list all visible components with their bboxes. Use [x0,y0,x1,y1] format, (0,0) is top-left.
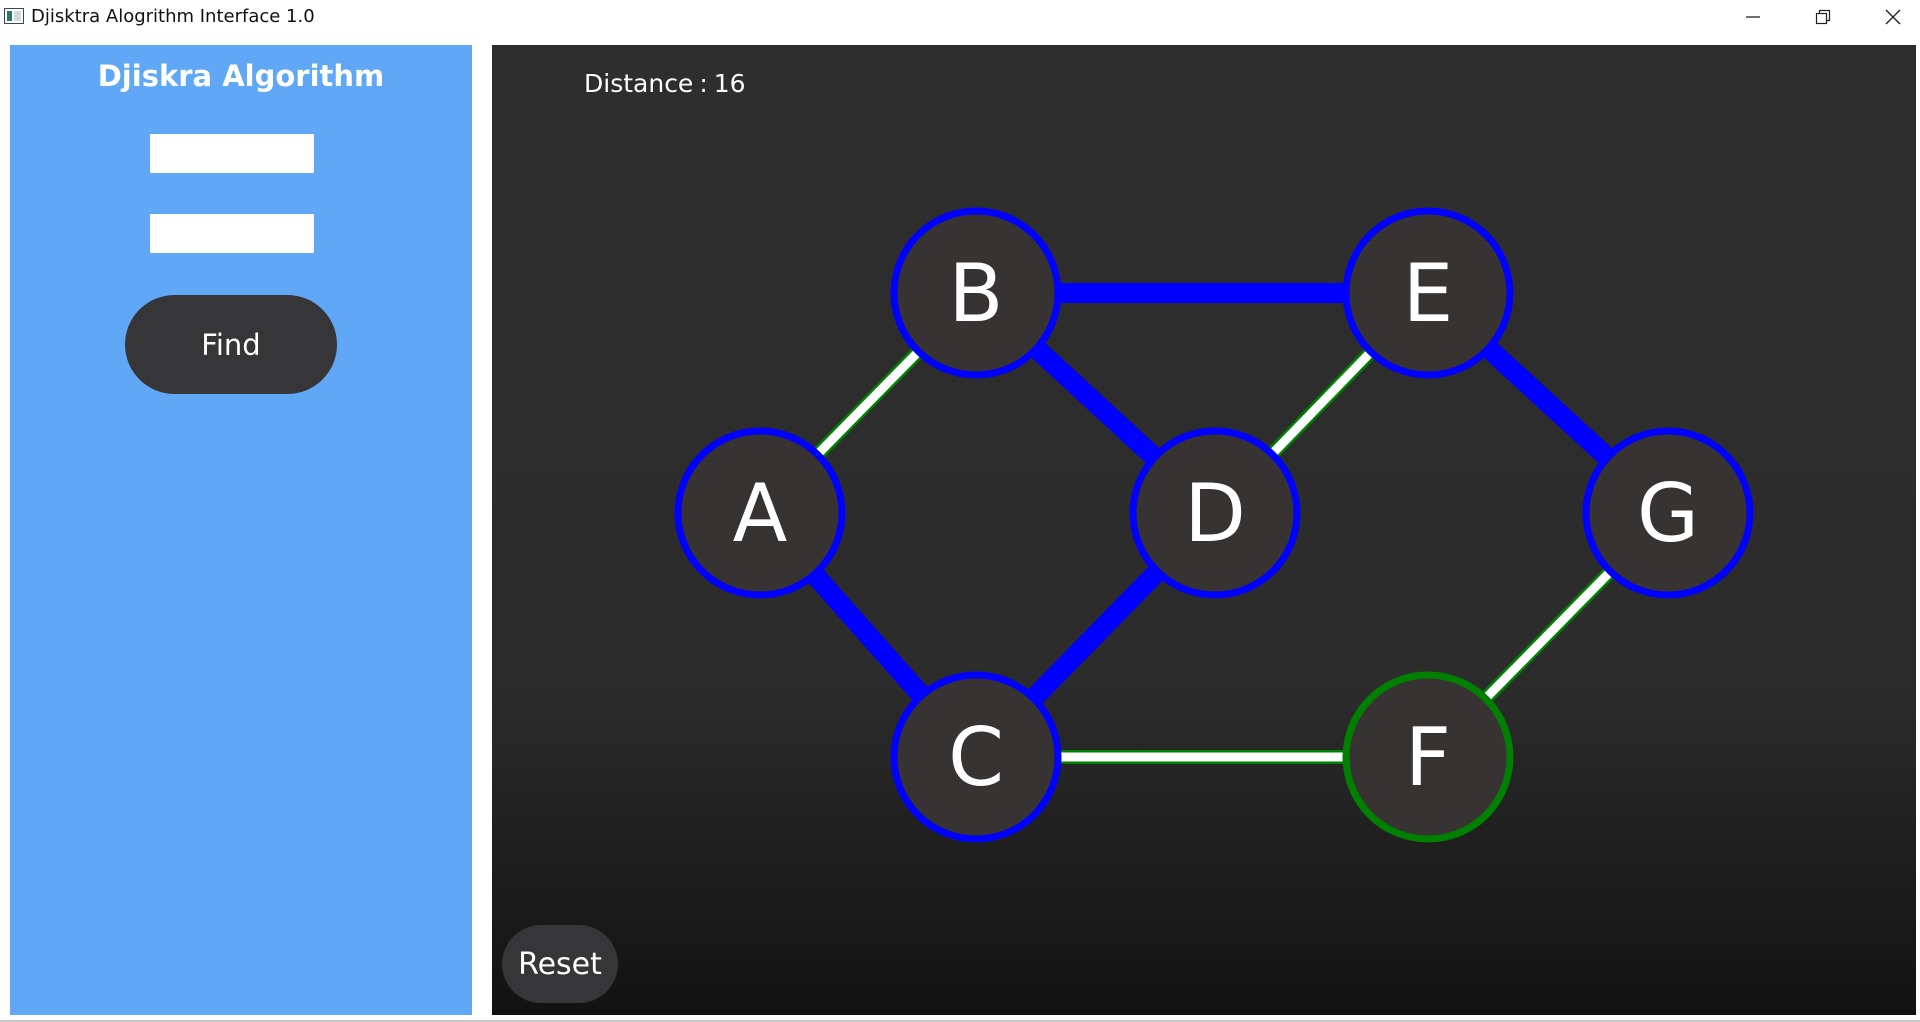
sidebar-title: Djiskra Algorithm [97,59,385,93]
minimize-icon [1746,16,1760,18]
node-label: A [733,467,788,560]
node-f[interactable]: F [1342,671,1514,843]
node-b[interactable]: B [890,207,1062,379]
node-label: D [1184,467,1246,560]
target-node-input[interactable] [150,214,314,253]
graph-canvas: Distance:16 ABCDEFG Reset [492,45,1916,1015]
restore-button[interactable] [1788,0,1858,34]
minimize-button[interactable] [1718,0,1788,34]
window-title: Djisktra Alogrithm Interface 1.0 [31,6,315,27]
node-label: C [948,711,1004,804]
node-c[interactable]: C [890,671,1062,843]
node-a[interactable]: A [674,427,846,599]
node-layer: A B C D E F G [674,207,1754,843]
restore-icon [1815,9,1831,25]
app-icon [4,8,24,24]
node-label: G [1637,467,1699,560]
node-e[interactable]: E [1342,207,1514,379]
close-button[interactable] [1858,0,1920,34]
title-bar: Djisktra Alogrithm Interface 1.0 [0,0,1920,36]
graph-view: A B C D E F G [674,207,1754,843]
node-d[interactable]: D [1129,427,1301,599]
reset-button[interactable]: Reset [502,925,618,1003]
sidebar: Djiskra Algorithm Find [10,45,472,1015]
node-g[interactable]: G [1582,427,1754,599]
node-label: F [1405,711,1451,804]
source-node-input[interactable] [150,134,314,173]
node-label: E [1403,247,1454,340]
find-button[interactable]: Find [125,295,337,394]
close-icon [1885,9,1901,25]
node-label: B [949,247,1004,340]
